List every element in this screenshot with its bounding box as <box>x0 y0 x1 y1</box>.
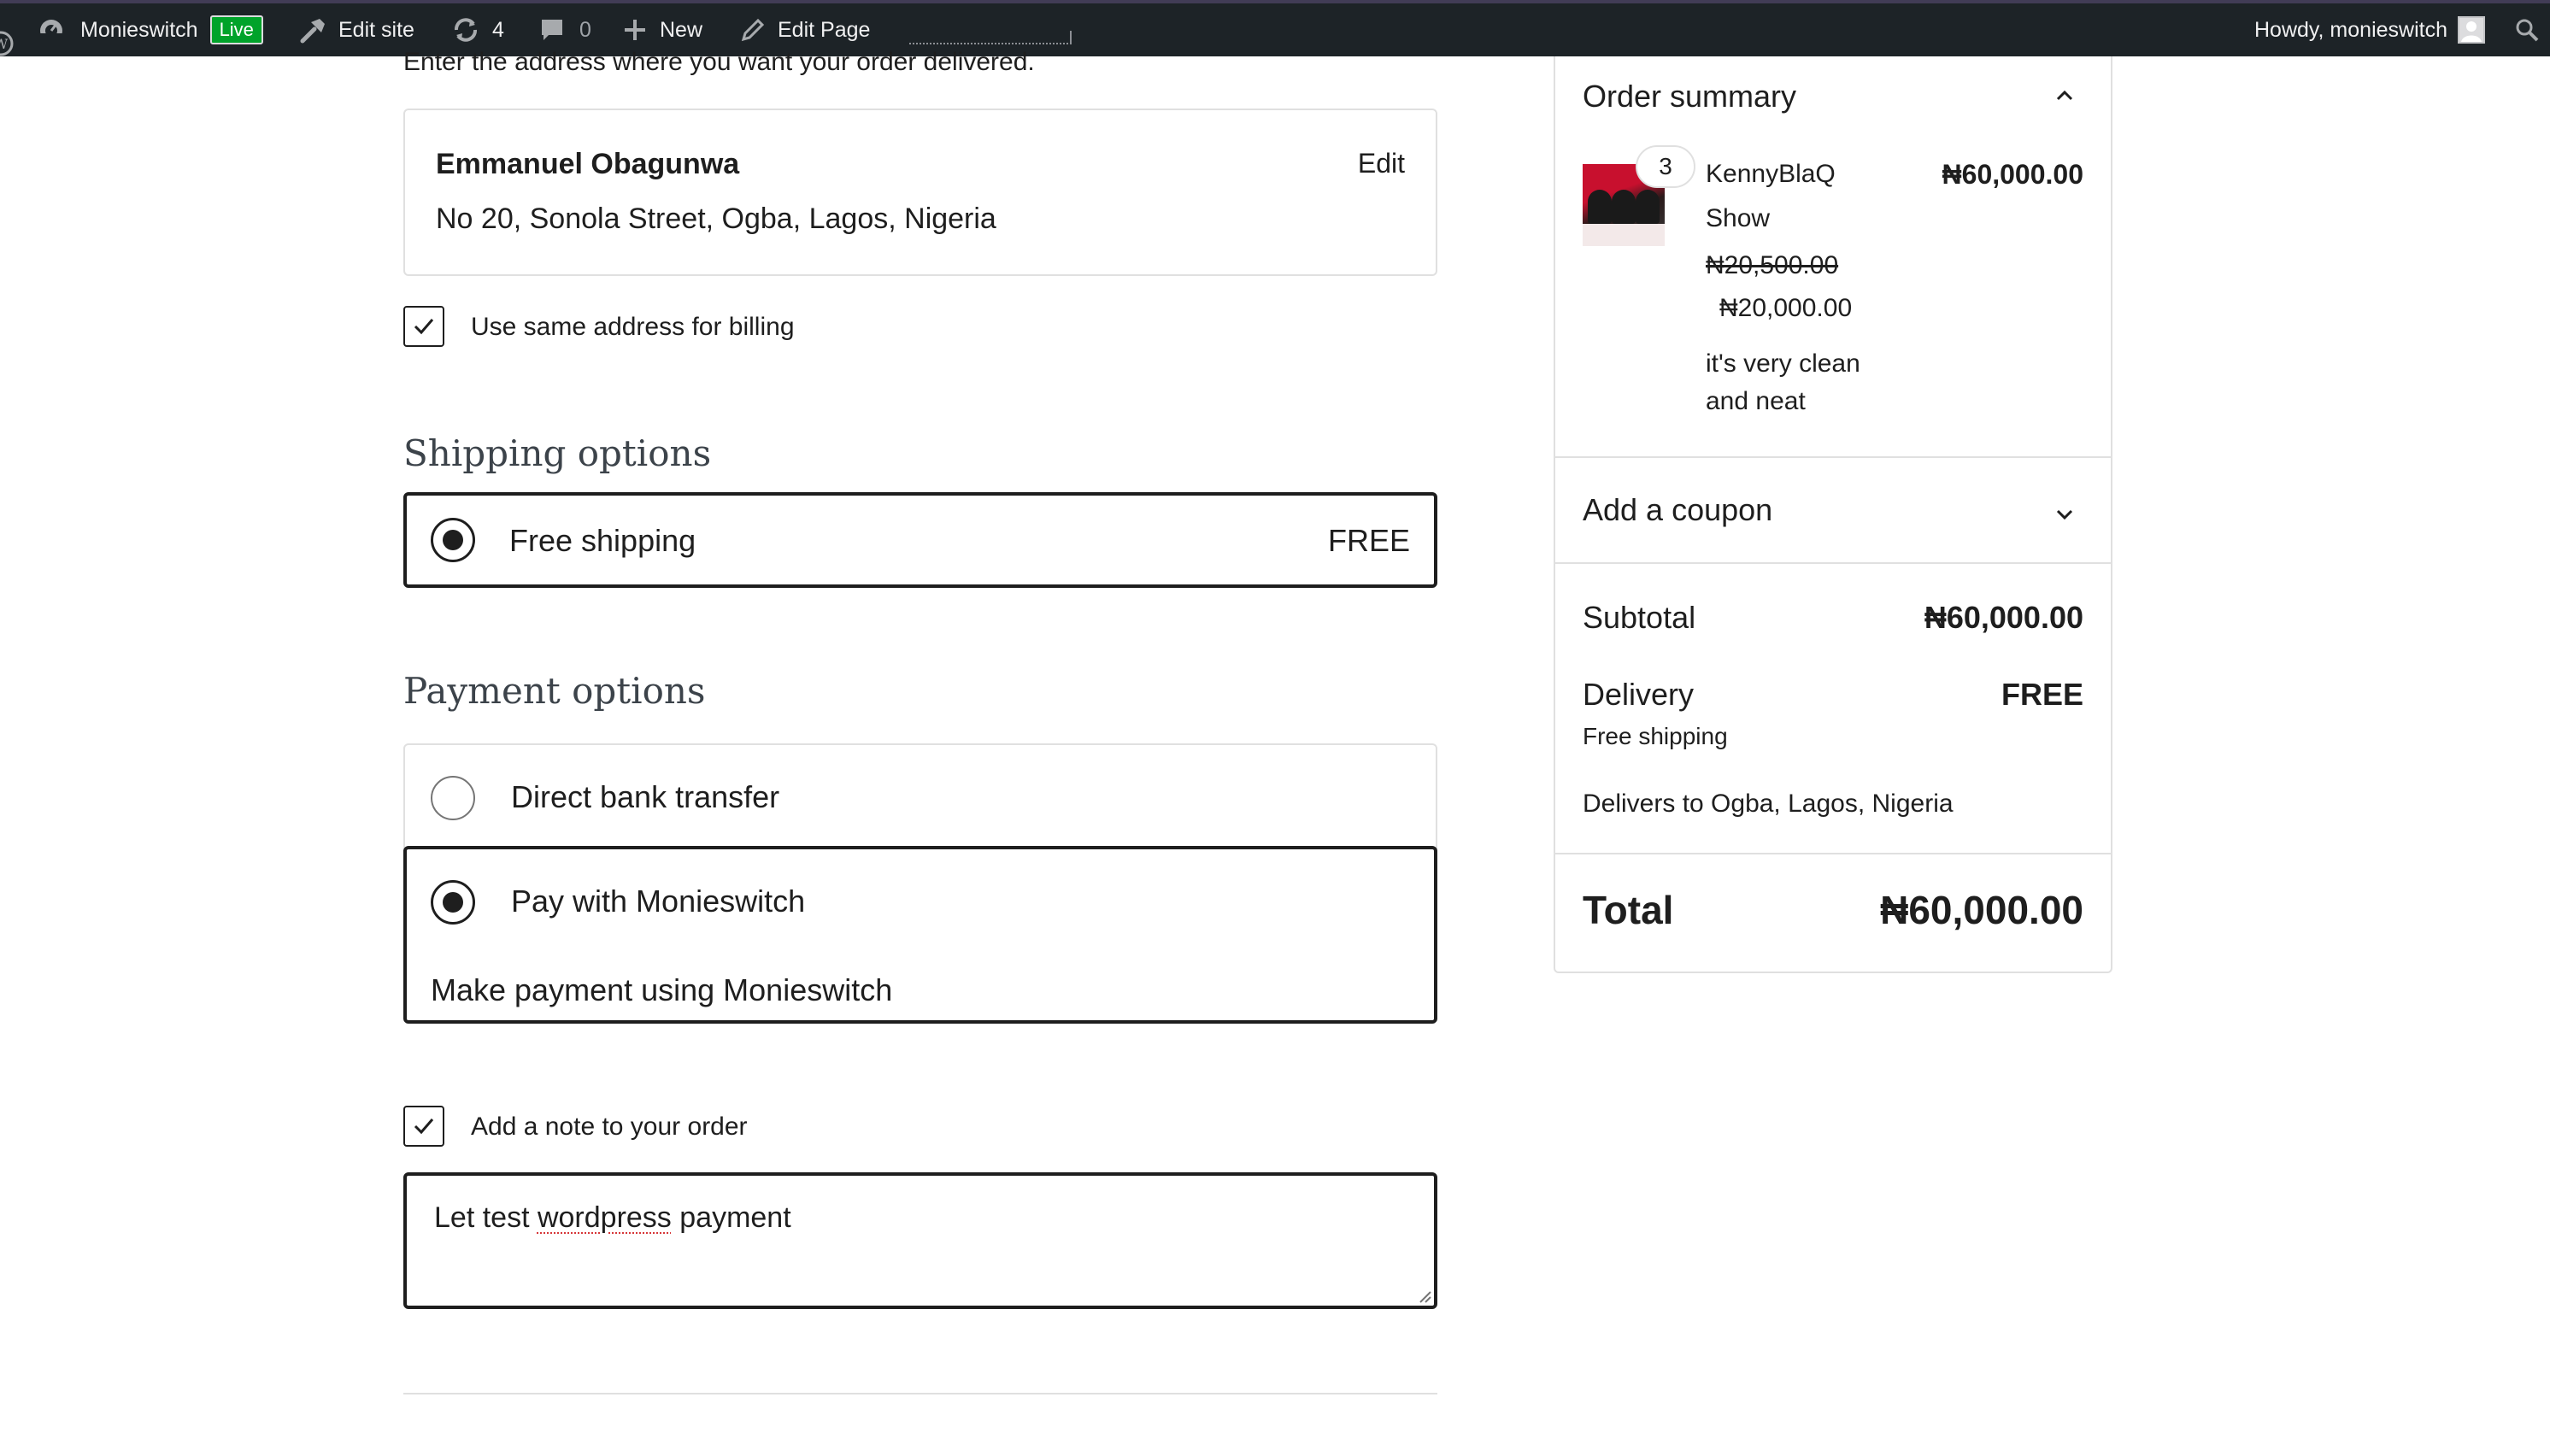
quantity-badge: 3 <box>1636 145 1695 188</box>
product-name: KennyBlaQ Show <box>1706 160 1836 232</box>
chevron-up-icon[interactable] <box>2053 84 2077 108</box>
delivery-value: FREE <box>2001 677 2083 712</box>
address-line: No 20, Sonola Street, Ogba, Lagos, Niger… <box>436 203 996 235</box>
summary-divider <box>1555 853 2111 854</box>
account-menu[interactable]: Howdy, monieswitch <box>2254 3 2485 56</box>
section-divider <box>403 1393 1437 1394</box>
resize-handle-icon[interactable] <box>1417 1289 1432 1304</box>
same-billing-label: Use same address for billing <box>471 313 795 341</box>
order-summary-panel: Order summary 3 KennyBlaQ Show ₦60,000.0… <box>1554 56 2112 973</box>
delivers-to: Delivers to Ogba, Lagos, Nigeria <box>1583 790 1954 818</box>
dashboard-icon <box>38 16 65 44</box>
payment-option-bank-transfer[interactable]: Direct bank transfer <box>403 743 1437 849</box>
search-icon[interactable] <box>2514 3 2540 56</box>
note-text-prefix: Let test <box>434 1201 538 1234</box>
product-regular-price: ₦20,500.00 <box>1706 251 1839 279</box>
add-coupon-toggle[interactable]: Add a coupon <box>1583 492 1772 528</box>
admin-bar: W Monieswitch Live Edit site 4 0 New Edi… <box>0 0 2550 56</box>
address-name: Emmanuel Obagunwa <box>436 148 740 180</box>
total-label: Total <box>1583 888 1674 932</box>
same-billing-checkbox[interactable] <box>403 306 444 347</box>
checkmark-icon <box>414 1118 434 1135</box>
new-label: New <box>660 17 703 42</box>
summary-divider <box>1555 456 2111 458</box>
svg-text:W: W <box>0 36 9 52</box>
subtotal-value: ₦60,000.00 <box>1924 600 2083 635</box>
bank-transfer-radio[interactable] <box>431 776 475 820</box>
note-text-suffix: payment <box>671 1201 791 1234</box>
note-text-misspelled: wordpress <box>537 1201 672 1234</box>
edit-site-label: Edit site <box>338 17 414 42</box>
delivery-label: Delivery <box>1583 677 1695 712</box>
product-line-total: ₦60,000.00 <box>1942 159 2083 190</box>
order-note-textarea[interactable]: Let test wordpress payment <box>403 1172 1437 1309</box>
edit-site-link[interactable]: Edit site <box>299 3 414 56</box>
pencil-icon <box>740 17 766 43</box>
product-sale-price: ₦20,000.00 <box>1719 294 1853 322</box>
product-description: it's very clean and neat <box>1706 349 1860 415</box>
chevron-down-icon[interactable] <box>2053 502 2077 526</box>
edit-address-button[interactable]: Edit <box>1358 148 1405 179</box>
shipping-radio[interactable] <box>431 518 475 562</box>
monieswitch-description: Make payment using Monieswitch <box>431 972 893 1007</box>
payment-option-monieswitch[interactable]: Pay with Monieswitch Make payment using … <box>403 846 1437 1024</box>
admin-bar-placeholder <box>909 31 1072 44</box>
hammer-icon <box>299 15 328 44</box>
monieswitch-label: Pay with Monieswitch <box>511 884 806 919</box>
payment-options-title: Payment options <box>403 670 706 712</box>
checkmark-icon <box>414 319 434 335</box>
order-summary-title[interactable]: Order summary <box>1583 79 1796 114</box>
site-name-menu[interactable]: Monieswitch Live <box>38 3 263 56</box>
edit-page-label: Edit Page <box>778 17 871 42</box>
order-note-label: Add a note to your order <box>471 1113 748 1141</box>
address-card: Emmanuel Obagunwa No 20, Sonola Street, … <box>403 109 1437 276</box>
delivery-method: Free shipping <box>1583 723 1728 749</box>
howdy-label: Howdy, monieswitch <box>2253 17 2447 42</box>
address-intro: Enter the address where you want your or… <box>403 48 1035 76</box>
shipping-options-title: Shipping options <box>403 432 712 474</box>
updates-icon <box>451 15 480 44</box>
total-value: ₦60,000.00 <box>1880 888 2083 932</box>
comments-count: 0 <box>579 17 591 42</box>
comment-icon <box>538 16 566 44</box>
avatar-icon <box>2458 16 2485 44</box>
shipping-option-free[interactable]: Free shipping FREE <box>403 492 1437 588</box>
subtotal-label: Subtotal <box>1583 600 1696 635</box>
live-badge: Live <box>209 15 263 44</box>
updates-count: 4 <box>492 17 504 42</box>
order-note-checkbox[interactable] <box>403 1106 444 1147</box>
monieswitch-radio[interactable] <box>431 880 475 925</box>
site-name: Monieswitch <box>80 17 198 42</box>
summary-divider <box>1555 562 2111 564</box>
plus-icon <box>622 17 648 43</box>
shipping-option-price: FREE <box>1327 523 1410 558</box>
bank-transfer-label: Direct bank transfer <box>511 779 780 814</box>
wordpress-icon[interactable]: W <box>0 17 14 70</box>
shipping-option-label: Free shipping <box>509 523 696 558</box>
